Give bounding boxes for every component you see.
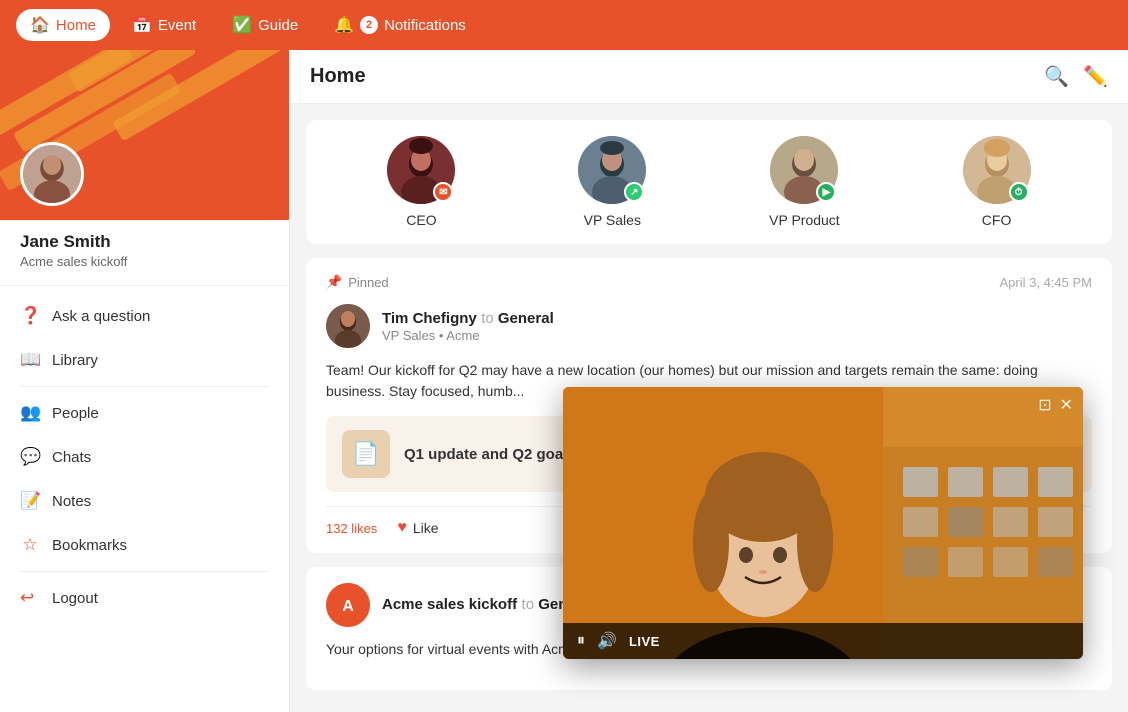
- notifications-badge: 2: [360, 16, 378, 34]
- profile-event: Acme sales kickoff: [20, 254, 269, 269]
- live-badge: LIVE: [629, 634, 660, 649]
- vpproduct-badge: ▶: [816, 182, 836, 202]
- video-content: [563, 387, 1083, 659]
- vpsales-badge: ↗: [624, 182, 644, 202]
- ceo-label: CEO: [406, 212, 436, 228]
- sidebar-menu: ❓ Ask a question 📖 Library 👥 People 💬 Ch…: [0, 286, 289, 628]
- post-role: VP Sales • Acme: [382, 328, 554, 343]
- post-author-avatar: [326, 304, 370, 348]
- post-author-avatar-svg: [326, 304, 370, 348]
- post-date: April 3, 4:45 PM: [1000, 275, 1093, 290]
- home-icon: 🏠: [30, 15, 50, 35]
- post-header: Tim Chefigny to General VP Sales • Acme: [326, 304, 1092, 348]
- sidebar-item-notes[interactable]: 📝 Notes: [0, 479, 289, 523]
- library-icon: 📖: [20, 350, 40, 370]
- profile-avatar-wrap: [20, 142, 84, 206]
- chats-icon: 💬: [20, 447, 40, 467]
- close-icon[interactable]: ✕: [1060, 395, 1073, 415]
- person-card-ceo[interactable]: ✉ CEO: [387, 136, 455, 228]
- likes-count[interactable]: 132 likes: [326, 521, 377, 536]
- video-topbar: ⊡ ✕: [1028, 387, 1083, 423]
- second-post-avatar: A: [326, 583, 370, 627]
- profile-banner: [0, 50, 289, 220]
- guide-icon: ✅: [232, 15, 252, 35]
- nav-event[interactable]: 📅 Event: [118, 9, 210, 41]
- person-avatar-wrap-vpsales: ↗: [578, 136, 646, 204]
- post-author-info: Tim Chefigny to General VP Sales • Acme: [382, 310, 554, 343]
- person-card-cfo[interactable]: ⏱ CFO: [963, 136, 1031, 228]
- document-icon: 📄: [352, 441, 379, 467]
- cfo-badge: ⏱: [1009, 182, 1029, 202]
- person-avatar-wrap-cfo: ⏱: [963, 136, 1031, 204]
- profile-avatar: [20, 142, 84, 206]
- edit-icon[interactable]: ✏️: [1083, 64, 1108, 89]
- logout-icon: ↩: [20, 588, 40, 608]
- people-icon: 👥: [20, 403, 40, 423]
- person-card-vpsales[interactable]: ↗ VP Sales: [578, 136, 646, 228]
- profile-info: Jane Smith Acme sales kickoff: [0, 220, 289, 285]
- calendar-icon: 📅: [132, 15, 152, 35]
- nav-notifications[interactable]: 🔔 2 Notifications: [320, 9, 480, 41]
- sidebar: Jane Smith Acme sales kickoff ❓ Ask a qu…: [0, 50, 290, 712]
- video-bottombar: ⏸ 🔊 LIVE: [563, 623, 1083, 659]
- video-background-svg: [563, 387, 1083, 659]
- profile-avatar-svg: [23, 142, 81, 206]
- featured-people: ✉ CEO: [306, 120, 1112, 244]
- header-icons: 🔍 ✏️: [1044, 64, 1108, 89]
- ceo-badge: ✉: [433, 182, 453, 202]
- person-avatar-wrap-vpproduct: ▶: [770, 136, 838, 204]
- nav-home[interactable]: 🏠 Home: [16, 9, 110, 41]
- pin-icon: 📌: [326, 274, 342, 290]
- second-post-author-line: Acme sales kickoff to Gene...: [382, 596, 588, 614]
- svg-text:A: A: [342, 598, 354, 615]
- main-header: Home 🔍 ✏️: [290, 50, 1128, 104]
- person-card-vpproduct[interactable]: ▶ VP Product: [769, 136, 840, 228]
- heart-icon: ♥: [397, 519, 407, 537]
- pause-icon[interactable]: ⏸: [577, 632, 585, 650]
- pin-label: 📌 Pinned: [326, 274, 389, 290]
- second-post-author-info: Acme sales kickoff to Gene...: [382, 596, 588, 614]
- sidebar-item-people[interactable]: 👥 People: [0, 391, 289, 435]
- sidebar-item-bookmarks[interactable]: ☆ Bookmarks: [0, 523, 289, 567]
- top-nav: 🏠 Home 📅 Event ✅ Guide 🔔 2 Notifications: [0, 0, 1128, 50]
- page-title: Home: [310, 65, 366, 88]
- profile-name: Jane Smith: [20, 232, 269, 252]
- sidebar-item-logout[interactable]: ↩ Logout: [0, 576, 289, 620]
- post-author-line: Tim Chefigny to General: [382, 310, 554, 328]
- bookmarks-icon: ☆: [20, 535, 40, 555]
- notes-icon: 📝: [20, 491, 40, 511]
- sidebar-item-chats[interactable]: 💬 Chats: [0, 435, 289, 479]
- attachment-icon-wrap: 📄: [342, 430, 390, 478]
- vpsales-label: VP Sales: [584, 212, 641, 228]
- second-post-avatar-svg: A: [326, 583, 370, 627]
- divider3: [20, 571, 269, 572]
- like-button[interactable]: ♥ Like: [397, 519, 438, 537]
- sidebar-item-ask[interactable]: ❓ Ask a question: [0, 294, 289, 338]
- cfo-label: CFO: [982, 212, 1012, 228]
- vpproduct-label: VP Product: [769, 212, 840, 228]
- minimize-icon[interactable]: ⊡: [1038, 395, 1051, 415]
- volume-icon[interactable]: 🔊: [597, 631, 617, 651]
- divider2: [20, 386, 269, 387]
- sidebar-item-library[interactable]: 📖 Library: [0, 338, 289, 382]
- pinned-bar: 📌 Pinned April 3, 4:45 PM: [326, 274, 1092, 290]
- search-icon[interactable]: 🔍: [1044, 64, 1069, 89]
- bell-icon: 🔔: [334, 15, 354, 35]
- person-avatar-wrap-ceo: ✉: [387, 136, 455, 204]
- nav-guide[interactable]: ✅ Guide: [218, 9, 312, 41]
- video-overlay: ⊡ ✕: [563, 387, 1083, 659]
- attachment-title: Q1 update and Q2 goal...: [404, 446, 580, 463]
- question-icon: ❓: [20, 306, 40, 326]
